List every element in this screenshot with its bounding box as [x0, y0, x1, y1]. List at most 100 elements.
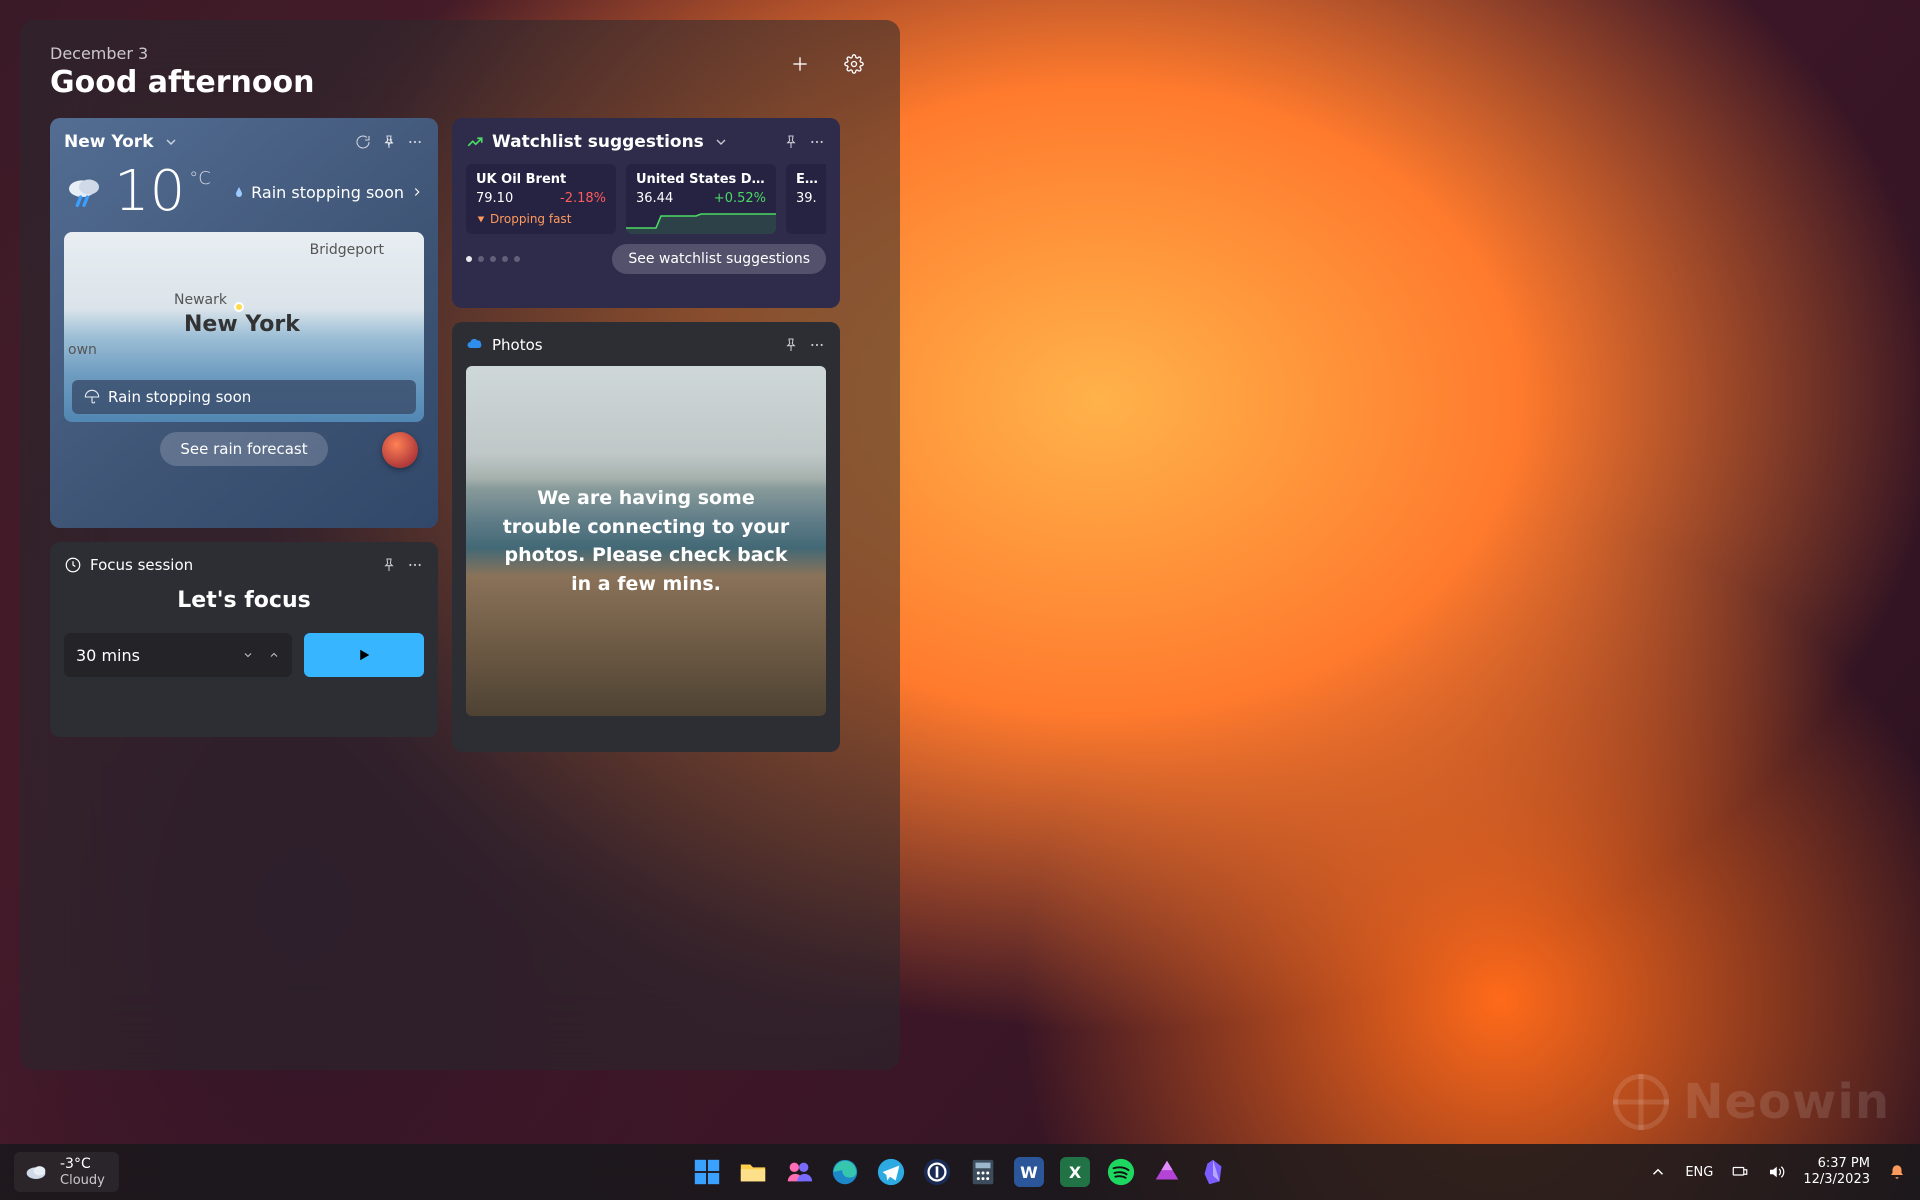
play-icon: [355, 646, 373, 664]
focus-title-label: Focus session: [90, 556, 193, 574]
refresh-icon[interactable]: [354, 133, 372, 151]
affinity-app[interactable]: [1149, 1154, 1185, 1190]
watchlist-widget[interactable]: Watchlist suggestions UK Oil Brent 79.10…: [452, 118, 840, 308]
add-widget-button[interactable]: [788, 52, 812, 76]
focus-headline: Let's focus: [177, 588, 310, 613]
panel-date: December 3: [50, 44, 314, 63]
weather-header: New York: [64, 132, 424, 152]
more-icon[interactable]: [808, 336, 826, 354]
widgets-col-right: Watchlist suggestions UK Oil Brent 79.10…: [452, 118, 840, 752]
telegram-icon: [876, 1157, 906, 1187]
watchlist-stocks[interactable]: UK Oil Brent 79.10 -2.18% Dropping fast …: [466, 164, 826, 234]
network-icon[interactable]: [1731, 1163, 1749, 1181]
1password-icon: [922, 1157, 952, 1187]
windows-logo-icon: [692, 1157, 722, 1187]
raindrop-icon: [233, 186, 245, 198]
stock-card[interactable]: UK Oil Brent 79.10 -2.18% Dropping fast: [466, 164, 616, 234]
stock-card[interactable]: United States D… 36.44 +0.52%: [626, 164, 776, 234]
calculator-app[interactable]: [965, 1154, 1001, 1190]
language-indicator[interactable]: ENG: [1685, 1165, 1713, 1180]
taskbar-weather-button[interactable]: -3°C Cloudy: [14, 1152, 119, 1192]
map-label-bridgeport: Bridgeport: [310, 242, 384, 258]
chevron-down-icon[interactable]: [162, 133, 180, 151]
notifications-icon[interactable]: [1888, 1163, 1906, 1181]
more-icon[interactable]: [808, 133, 826, 151]
stock-name: United States D…: [636, 172, 766, 187]
chevron-down-icon[interactable]: [712, 133, 730, 151]
word-app[interactable]: W: [1011, 1154, 1047, 1190]
widgets-settings-button[interactable]: [842, 52, 866, 76]
map-label-newark: Newark: [174, 292, 227, 308]
weather-temp-value: 10: [114, 164, 185, 220]
down-arrow-icon: [476, 214, 486, 224]
weather-map-banner: Rain stopping soon: [72, 380, 416, 414]
see-watchlist-button[interactable]: See watchlist suggestions: [612, 244, 826, 274]
start-button[interactable]: [689, 1154, 725, 1190]
edge-app[interactable]: [827, 1154, 863, 1190]
stock-card[interactable]: Eu… 39.: [786, 164, 826, 234]
weather-3d-map-button[interactable]: [382, 432, 418, 468]
chevron-up-icon[interactable]: [268, 649, 280, 661]
weather-main: 10 °C Rain stopping soon: [64, 164, 424, 220]
weather-unit: °C: [189, 170, 211, 188]
taskbar-weather-temp: -3°C: [60, 1156, 105, 1173]
obsidian-app[interactable]: [1195, 1154, 1231, 1190]
more-icon[interactable]: [406, 556, 424, 574]
people-icon: [784, 1157, 814, 1187]
watchlist-page-dots[interactable]: [466, 256, 520, 262]
focus-header: Focus session: [64, 556, 424, 574]
widgets-grid: New York 10 °C Rain stopping soon: [50, 118, 876, 752]
chevron-down-icon[interactable]: [242, 649, 254, 661]
panel-header: December 3 Good afternoon: [50, 44, 876, 100]
taskbar-system-tray: ENG 6:37 PM 12/3/2023: [1649, 1156, 1906, 1189]
cloud-icon: [22, 1158, 50, 1186]
focus-controls: 30 mins: [64, 633, 424, 677]
umbrella-icon: [84, 389, 100, 405]
focus-start-button[interactable]: [304, 633, 424, 677]
panel-greeting: Good afternoon: [50, 65, 314, 100]
focus-duration-select[interactable]: 30 mins: [64, 633, 292, 677]
taskbar-weather-cond: Cloudy: [60, 1173, 105, 1189]
folder-icon: [738, 1157, 768, 1187]
obsidian-icon: [1198, 1157, 1228, 1187]
volume-icon[interactable]: [1767, 1163, 1785, 1181]
pin-icon[interactable]: [380, 133, 398, 151]
file-explorer-app[interactable]: [735, 1154, 771, 1190]
more-icon[interactable]: [406, 133, 424, 151]
photos-content: We are having some trouble connecting to…: [466, 366, 826, 716]
pin-icon[interactable]: [380, 556, 398, 574]
weather-location[interactable]: New York: [64, 132, 154, 152]
panel-header-actions: [788, 44, 876, 76]
affinity-icon: [1152, 1157, 1182, 1187]
taskbar-date: 12/3/2023: [1803, 1172, 1870, 1188]
pin-icon[interactable]: [782, 336, 800, 354]
widgets-col-left: New York 10 °C Rain stopping soon: [50, 118, 438, 737]
excel-app[interactable]: X: [1057, 1154, 1093, 1190]
stock-change: +0.52%: [714, 191, 766, 206]
telegram-app[interactable]: [873, 1154, 909, 1190]
taskbar: -3°C Cloudy W: [0, 1144, 1920, 1200]
taskbar-clock[interactable]: 6:37 PM 12/3/2023: [1803, 1156, 1870, 1189]
see-rain-forecast-button[interactable]: See rain forecast: [160, 432, 327, 466]
photos-widget[interactable]: Photos We are having some trouble connec…: [452, 322, 840, 752]
focus-widget[interactable]: Focus session Let's focus 30 mins: [50, 542, 438, 737]
1password-app[interactable]: [919, 1154, 955, 1190]
clock-icon: [64, 556, 82, 574]
weather-status-link[interactable]: Rain stopping soon: [233, 183, 424, 202]
taskbar-center-apps: W X: [689, 1154, 1231, 1190]
teams-app[interactable]: [781, 1154, 817, 1190]
stock-name: Eu…: [796, 172, 826, 187]
watermark-text: Neowin: [1683, 1074, 1890, 1130]
weather-status-text: Rain stopping soon: [251, 183, 404, 202]
photos-header: Photos: [466, 336, 826, 354]
weather-widget[interactable]: New York 10 °C Rain stopping soon: [50, 118, 438, 528]
panel-header-text: December 3 Good afternoon: [50, 44, 314, 100]
widgets-panel: December 3 Good afternoon New York: [20, 20, 900, 1070]
pin-icon[interactable]: [782, 133, 800, 151]
tray-overflow-button[interactable]: [1649, 1163, 1667, 1181]
sparkline-icon: [626, 208, 776, 234]
spotify-app[interactable]: [1103, 1154, 1139, 1190]
weather-map[interactable]: Bridgeport Newark New York own Rain stop…: [64, 232, 424, 422]
weather-footer: See rain forecast: [64, 432, 424, 466]
watchlist-footer: See watchlist suggestions: [466, 244, 826, 274]
